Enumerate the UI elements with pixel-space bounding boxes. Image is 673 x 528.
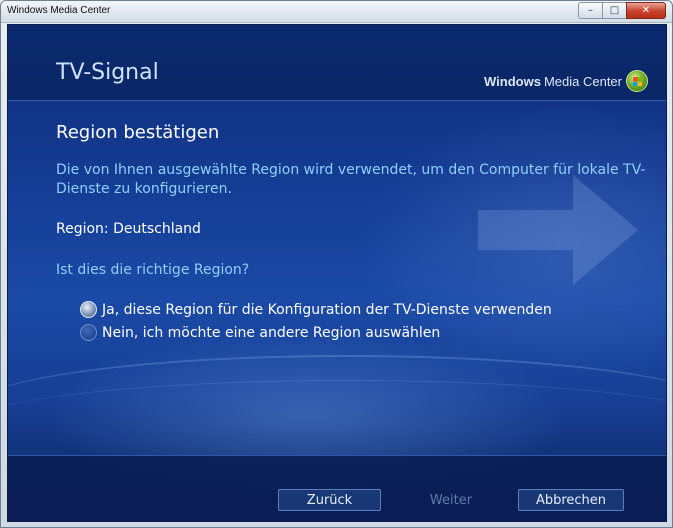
maximize-button[interactable]: □ bbox=[602, 2, 626, 19]
page-title: TV-Signal bbox=[56, 60, 159, 85]
title-bar[interactable]: Windows Media Center – □ ✕ bbox=[1, 1, 672, 23]
minimize-button[interactable]: – bbox=[578, 2, 602, 19]
description-text: Die von Ihnen ausgewählte Region wird ve… bbox=[56, 162, 646, 197]
next-button[interactable]: Weiter bbox=[408, 489, 494, 511]
brand-name-bold: Windows bbox=[484, 73, 541, 89]
window-title: Windows Media Center bbox=[7, 5, 111, 16]
maximize-icon: □ bbox=[609, 5, 620, 16]
region-question: Ist dies die richtige Region? bbox=[56, 262, 250, 278]
brand-logo: Windows Media Center bbox=[484, 70, 648, 92]
cancel-button[interactable]: Abbrechen bbox=[518, 489, 624, 511]
option-other-label: Nein, ich möchte eine andere Region ausw… bbox=[102, 324, 441, 341]
radio-unselected-icon[interactable] bbox=[80, 324, 97, 341]
option-confirm-label: Ja, diese Region für die Konfiguration d… bbox=[102, 301, 552, 318]
option-confirm-region[interactable]: Ja, diese Region für die Konfiguration d… bbox=[80, 301, 552, 318]
caption-buttons: – □ ✕ bbox=[578, 2, 666, 19]
close-icon: ✕ bbox=[641, 5, 651, 16]
back-button[interactable]: Zurück bbox=[278, 489, 381, 511]
brand-name-rest: Media Center bbox=[543, 73, 622, 89]
radio-selected-icon[interactable] bbox=[80, 301, 97, 318]
close-button[interactable]: ✕ bbox=[626, 2, 666, 19]
media-center-client-area: TV-Signal Windows Media Center Region be… bbox=[7, 24, 667, 522]
windows-orb-icon bbox=[626, 70, 648, 92]
minimize-icon: – bbox=[588, 5, 593, 16]
region-text: Region: Deutschland bbox=[56, 221, 201, 237]
section-title: Region bestätigen bbox=[56, 122, 220, 143]
option-choose-other-region[interactable]: Nein, ich möchte eine andere Region ausw… bbox=[80, 324, 440, 341]
footer-bar: Zurück Weiter Abbrechen bbox=[8, 455, 666, 521]
media-center-window: Windows Media Center – □ ✕ TV-Signal Win… bbox=[0, 0, 673, 528]
